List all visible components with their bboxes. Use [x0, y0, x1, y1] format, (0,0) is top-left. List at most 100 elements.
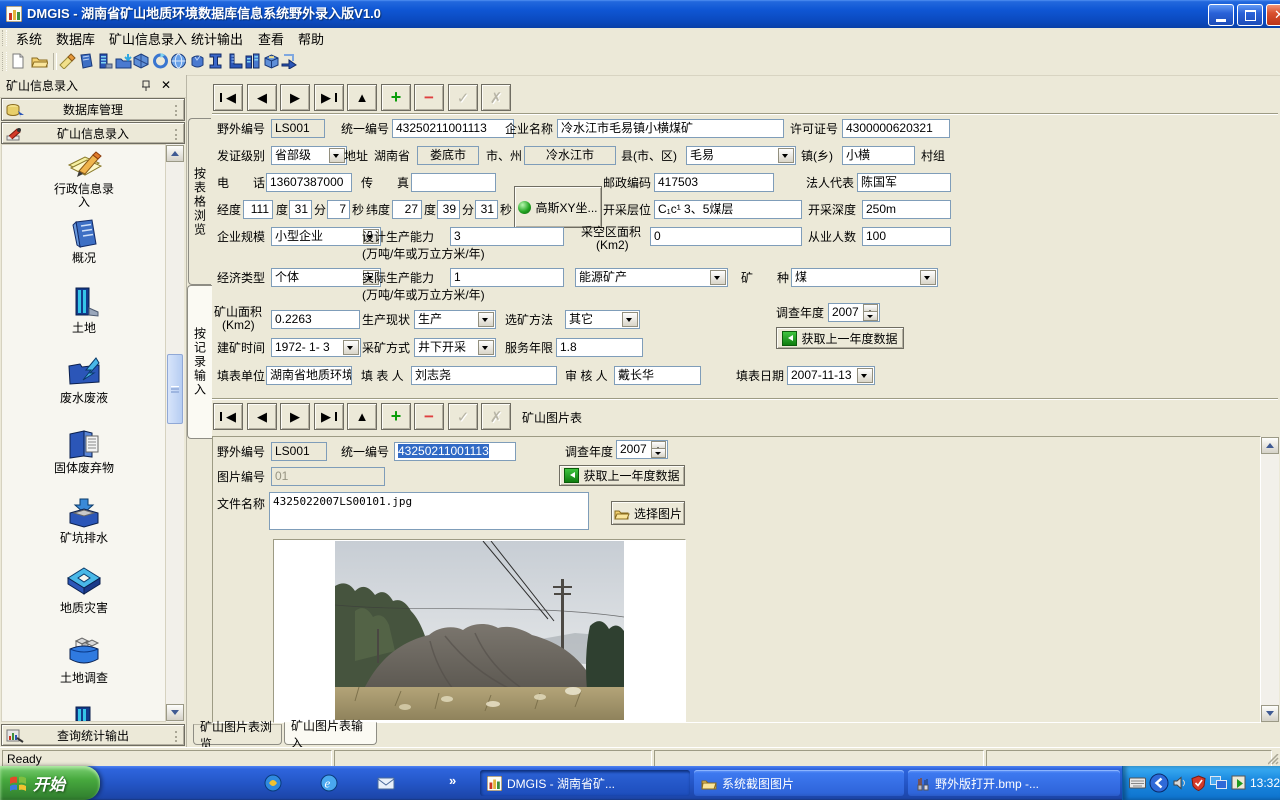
tab-record-entry[interactable]: 按记录输入: [187, 285, 212, 439]
menu-grip[interactable]: [2, 30, 7, 46]
taskbar-task-paint-bmp[interactable]: 野外版打开.bmp -...: [908, 770, 1120, 796]
select-picture-button[interactable]: 选择图片: [611, 501, 685, 525]
menu-mine-info-entry[interactable]: 矿山信息录入: [101, 28, 195, 48]
chevron-down-icon[interactable]: [857, 368, 873, 383]
gauss-xy-button[interactable]: 高斯XY坐...: [514, 186, 602, 228]
close-button[interactable]: ✕: [1266, 4, 1280, 26]
nav1-delete-button[interactable]: −: [414, 84, 444, 111]
employees-input[interactable]: 100: [862, 227, 951, 246]
picture-number-input[interactable]: 01: [271, 467, 385, 486]
solid-waste-icon[interactable]: [66, 428, 102, 460]
security-shield-tray-icon[interactable]: [1191, 775, 1206, 791]
sidebar-group-query-stats[interactable]: 查询统计输出: [1, 724, 185, 746]
chevron-down-icon[interactable]: [778, 148, 794, 163]
globe-icon[interactable]: [170, 53, 187, 69]
mining-method-combo[interactable]: 井下开采: [414, 338, 496, 357]
county-combo[interactable]: 毛易: [686, 146, 796, 165]
scroll-down-icon[interactable]: [1261, 705, 1279, 722]
geo-hazard-icon[interactable]: [66, 566, 102, 598]
field-number-input[interactable]: LS001: [271, 119, 325, 138]
sidebar-item-land[interactable]: 土地: [10, 322, 158, 335]
phone-input[interactable]: 13607387000: [266, 173, 352, 192]
toolbar-grip[interactable]: [2, 52, 7, 71]
auditor-input[interactable]: 戴长华: [614, 366, 701, 385]
nav2-post-button[interactable]: ✓: [448, 403, 478, 430]
nav1-first-button[interactable]: ◀: [213, 84, 243, 111]
sidebar-item-geo-hazard[interactable]: 地质灾害: [10, 602, 158, 615]
sidebar-item-wastewater[interactable]: 废水废液: [10, 392, 158, 405]
nav1-add-button[interactable]: +: [381, 84, 411, 111]
nav1-top-button[interactable]: ▲: [347, 84, 377, 111]
sidebar-item-pit-drainage[interactable]: 矿坑排水: [10, 532, 158, 545]
storage-box-icon[interactable]: [263, 53, 280, 69]
cube-icon[interactable]: [133, 53, 150, 69]
enterprise-name-input[interactable]: 冷水江市毛易镇小横煤矿: [557, 119, 784, 138]
legal-rep-input[interactable]: 陈国军: [857, 173, 951, 192]
ruler-icon[interactable]: [226, 53, 243, 69]
nav2-prev-button[interactable]: ◀: [247, 403, 277, 430]
buildings-icon[interactable]: [244, 53, 261, 69]
survey-year-spinner[interactable]: 2007: [828, 303, 880, 322]
sign-pencil-icon[interactable]: [59, 53, 76, 69]
town-input[interactable]: 小横: [842, 146, 915, 165]
chevron-down-icon[interactable]: [343, 340, 359, 355]
form2-scrollbar[interactable]: [1261, 437, 1279, 722]
sidebar-group-mine-entry[interactable]: 矿山信息录入: [1, 122, 185, 144]
column-icon[interactable]: [207, 53, 224, 69]
build-date-combo[interactable]: 1972- 1- 3: [271, 338, 361, 357]
open-folder-icon[interactable]: [31, 53, 48, 69]
get-previous-year-button2[interactable]: 获取上一年度数据: [559, 465, 685, 486]
parcel-icon[interactable]: [189, 53, 206, 69]
tab-grid-browse[interactable]: 按表格浏览: [188, 118, 211, 285]
goaf-area-input[interactable]: 0: [650, 227, 802, 246]
filling-unit-input[interactable]: 湖南省地质环境: [266, 366, 352, 385]
mineral-class-combo[interactable]: 能源矿产: [575, 268, 728, 287]
unified-number-input[interactable]: 43250211001113: [394, 442, 516, 461]
mining-horizon-input[interactable]: C₁c¹ 3、5煤层: [654, 200, 802, 219]
scroll-up-icon[interactable]: [166, 145, 184, 162]
menu-database[interactable]: 数据库: [48, 28, 103, 48]
latitude-min-input[interactable]: 39: [437, 200, 460, 219]
chevron-down-icon[interactable]: [710, 270, 726, 285]
menu-system[interactable]: 系统: [8, 28, 50, 48]
chevron-down-icon[interactable]: [478, 340, 494, 355]
postcode-input[interactable]: 417503: [654, 173, 774, 192]
chevron-down-icon[interactable]: [329, 148, 345, 163]
nav2-last-button[interactable]: ▶: [314, 403, 344, 430]
mineral-kind-combo[interactable]: 煤: [791, 268, 938, 287]
quicklaunch-ie-icon[interactable]: e: [320, 774, 338, 792]
nav1-prev-button[interactable]: ◀: [247, 84, 277, 111]
fax-input[interactable]: [411, 173, 496, 192]
nav1-cancel-button[interactable]: ✗: [481, 84, 511, 111]
filler-input[interactable]: 刘志尧: [411, 366, 557, 385]
spin-down-icon[interactable]: [651, 448, 666, 458]
overview-icon[interactable]: [68, 218, 102, 250]
language-tray-icon[interactable]: [1149, 773, 1169, 793]
nav1-post-button[interactable]: ✓: [448, 84, 478, 111]
taskbar-task-dmgis[interactable]: DMGIS - 湖南省矿...: [480, 770, 690, 796]
nav2-delete-button[interactable]: −: [414, 403, 444, 430]
longitude-min-input[interactable]: 31: [289, 200, 312, 219]
mining-depth-input[interactable]: 250m: [862, 200, 951, 219]
production-status-combo[interactable]: 生产: [414, 310, 496, 329]
nav1-last-button[interactable]: ▶: [314, 84, 344, 111]
menu-view[interactable]: 查看: [250, 28, 292, 48]
land-icon[interactable]: [68, 286, 102, 320]
service-life-input[interactable]: 1.8: [556, 338, 643, 357]
actual-capacity-input[interactable]: 1: [450, 268, 564, 287]
minimize-button[interactable]: [1208, 4, 1234, 26]
pin-icon[interactable]: [140, 80, 152, 92]
mine-area-input[interactable]: 0.2263: [271, 310, 360, 329]
survey-year-spinner[interactable]: 2007: [616, 440, 668, 459]
quicklaunch-more-chevron[interactable]: »: [449, 773, 456, 788]
volume-tray-icon[interactable]: [1173, 776, 1188, 790]
longitude-deg-input[interactable]: 111: [243, 200, 273, 219]
spin-down-icon[interactable]: [863, 311, 878, 321]
tray-clock[interactable]: 13:32: [1250, 776, 1280, 790]
building-partial-icon[interactable]: [70, 705, 100, 721]
pit-drainage-icon[interactable]: [66, 497, 102, 529]
nav2-next-button[interactable]: ▶: [280, 403, 310, 430]
scroll-down-icon[interactable]: [166, 704, 184, 721]
file-name-input[interactable]: 4325022007LS00101.jpg: [269, 492, 589, 530]
start-button[interactable]: 开始: [0, 766, 100, 800]
